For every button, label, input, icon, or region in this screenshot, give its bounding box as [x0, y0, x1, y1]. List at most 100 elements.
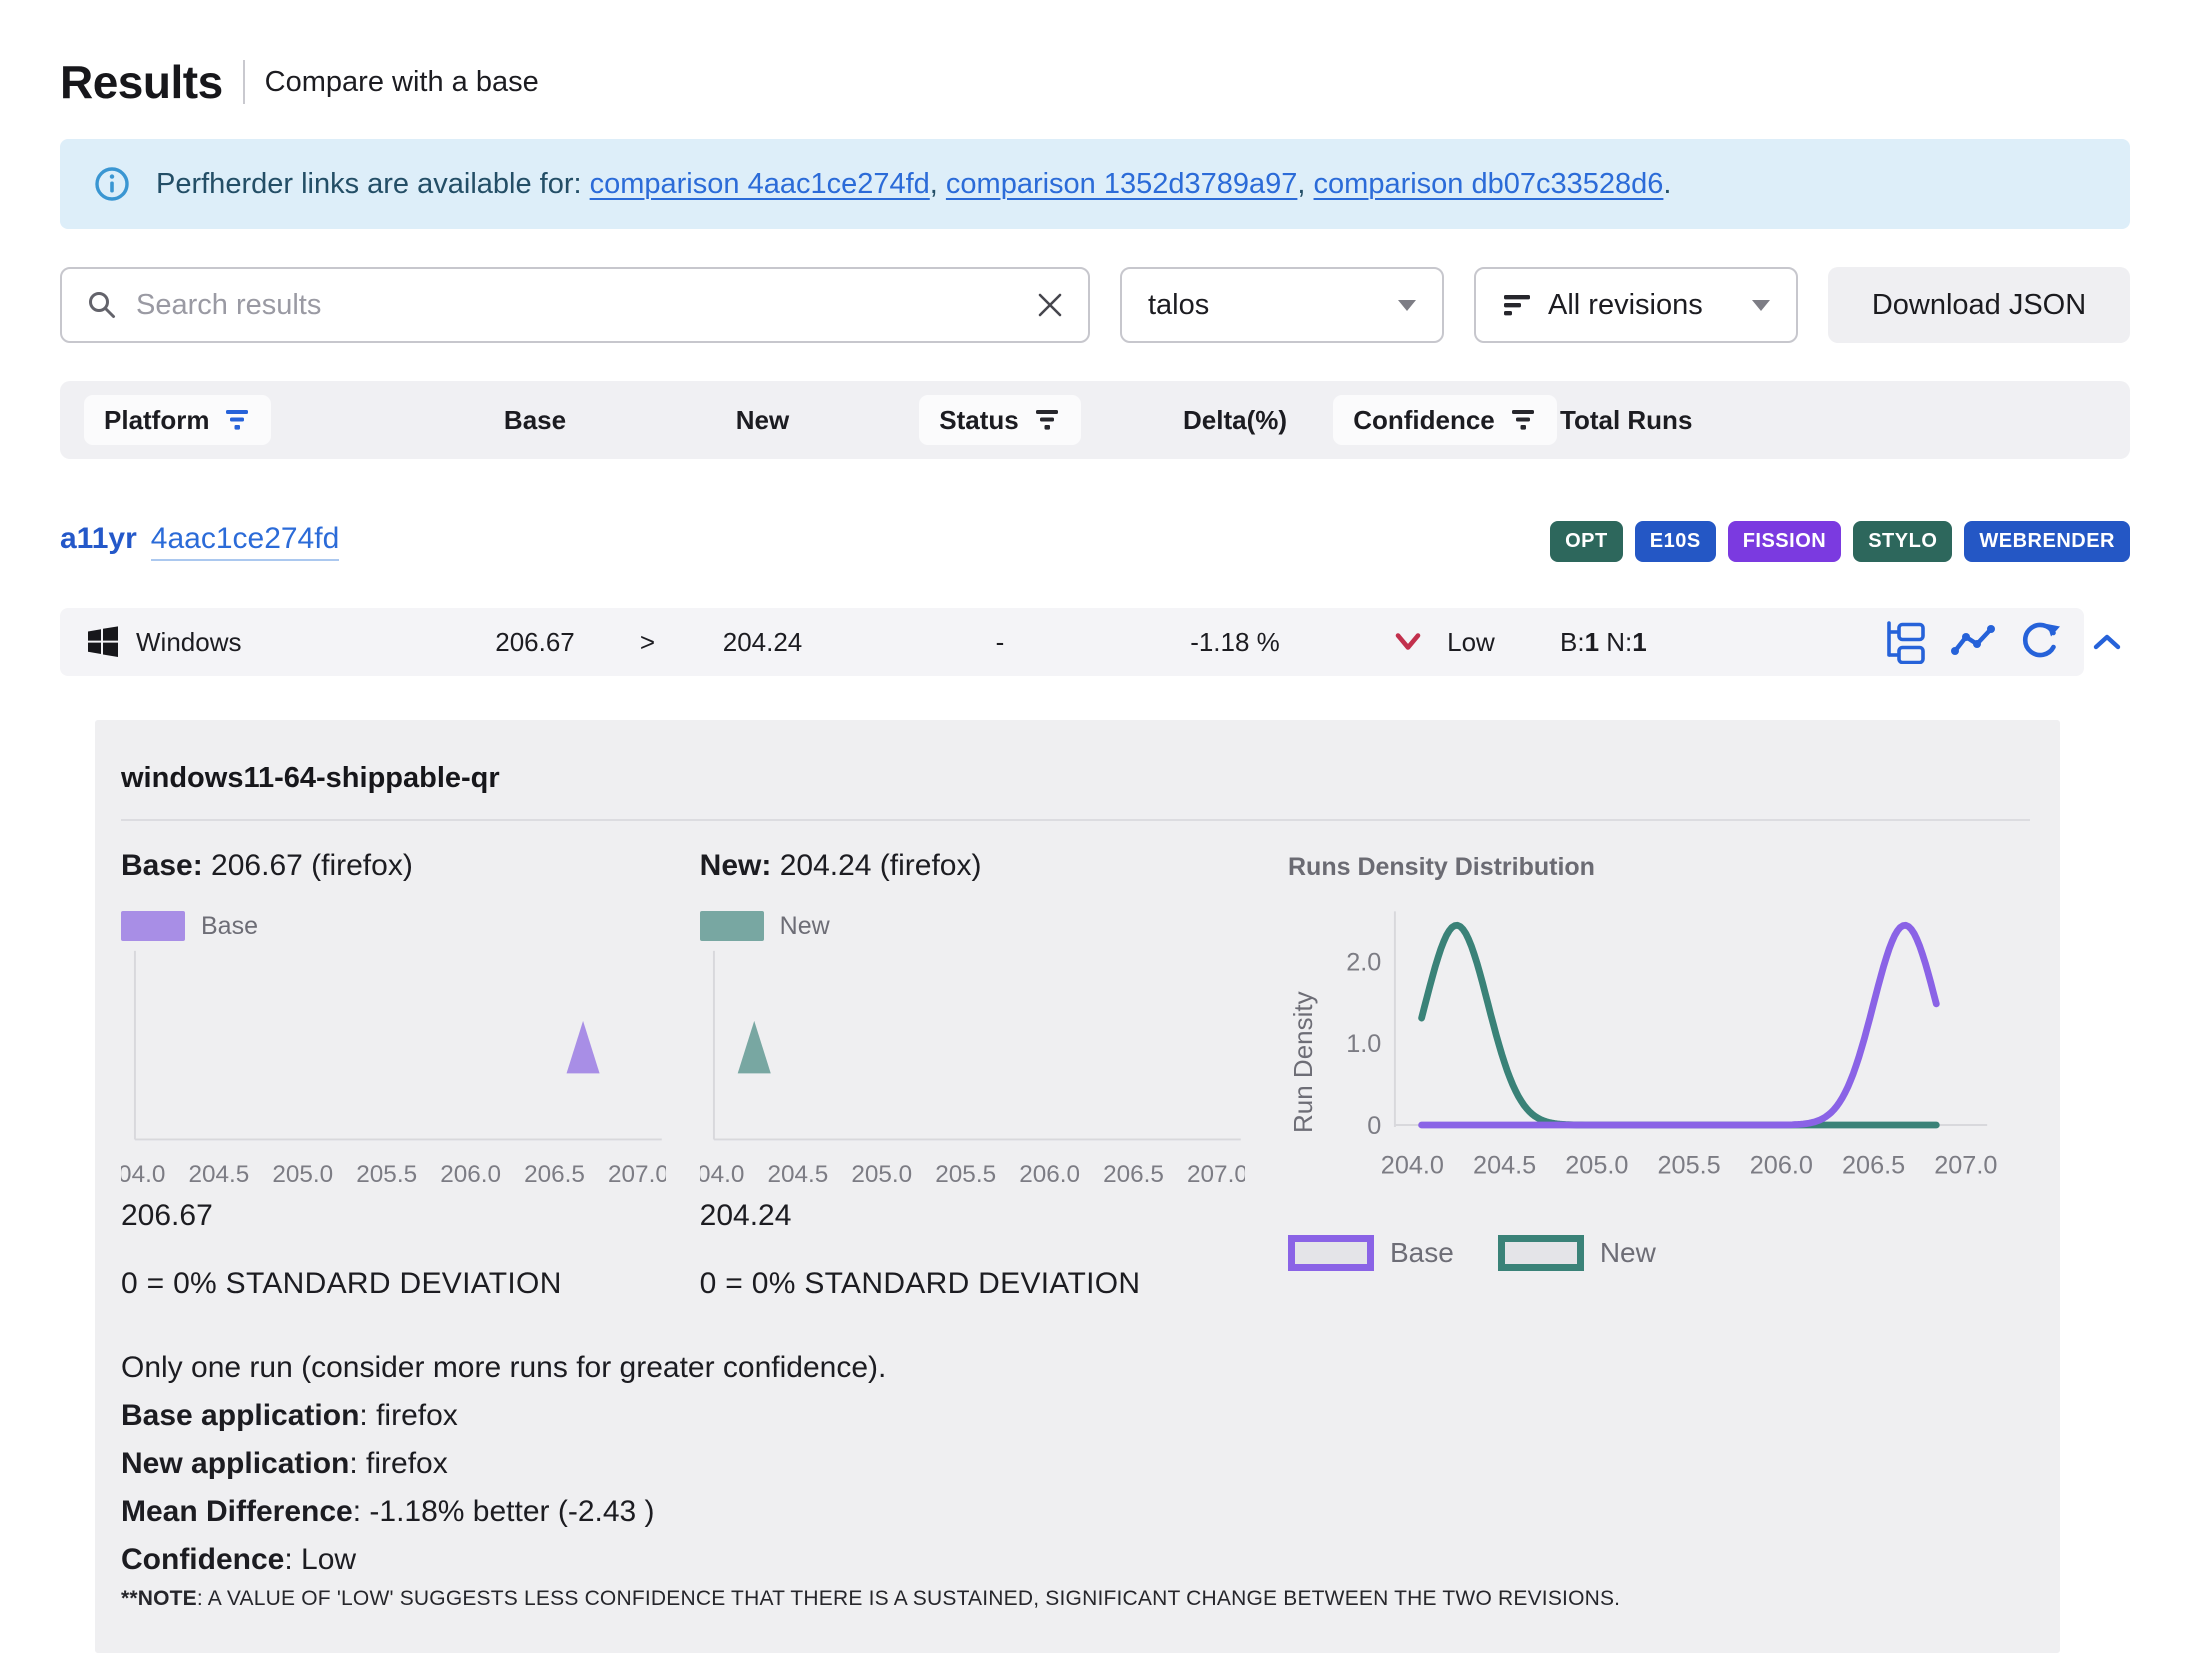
- row-status: -: [860, 627, 1140, 658]
- comparison-link[interactable]: comparison 4aac1ce274fd: [590, 168, 930, 200]
- revisions-select[interactable]: All revisions: [1474, 267, 1798, 343]
- density-legend-item: Base: [1288, 1235, 1454, 1271]
- runs-base-count: 1: [1585, 627, 1599, 657]
- comparison-link[interactable]: comparison db07c33528d6: [1314, 168, 1664, 200]
- framework-select[interactable]: talos: [1120, 267, 1444, 343]
- job-type-badge: STYLO: [1853, 521, 1952, 562]
- clear-search-icon[interactable]: [1036, 291, 1064, 319]
- new-chart-legend: New: [700, 911, 1288, 941]
- row-new-value: 204.24: [665, 627, 860, 658]
- density-chart: 01.02.0204.0204.5205.0205.5206.0206.5207…: [1319, 892, 1999, 1193]
- revisions-selected-value: All revisions: [1548, 289, 1736, 322]
- title-divider: [243, 60, 245, 104]
- banner-text: Perfherder links are available for: comp…: [156, 168, 1671, 201]
- confidence-line: Confidence: Low: [121, 1543, 2030, 1577]
- density-legend-label: Base: [1390, 1237, 1454, 1269]
- svg-text:206.5: 206.5: [1103, 1161, 1164, 1188]
- status-header-label: Status: [939, 405, 1018, 436]
- controls-bar: talos All revisions Download JSON: [60, 267, 2130, 343]
- info-icon: [94, 166, 130, 202]
- density-legend-swatch: [1288, 1235, 1374, 1271]
- framework-selected-value: talos: [1148, 289, 1382, 322]
- density-legend-swatch: [1498, 1235, 1584, 1271]
- page-head: Results Compare with a base: [60, 55, 2130, 109]
- perfherder-links-banner: Perfherder links are available for: comp…: [60, 139, 2130, 229]
- svg-text:205.0: 205.0: [1565, 1152, 1628, 1180]
- test-name: windows11-64-shippable-qr: [121, 748, 2030, 821]
- new-run-column: New: 204.24 (firefox) New 204.0 204.5 205.…: [700, 849, 1288, 1301]
- svg-text:206.0: 206.0: [1750, 1152, 1813, 1180]
- delta-header-label: Delta(%): [1140, 405, 1330, 436]
- confidence-detail-value: : Low: [284, 1543, 356, 1576]
- new-runs-chart: 204.0204.5205.0205.5206.0206.5207.0: [700, 947, 1245, 1190]
- confidence-filter-button[interactable]: Confidence: [1333, 395, 1557, 445]
- note-label: **NOTE: [121, 1587, 197, 1610]
- comparison-link[interactable]: comparison 1352d3789a97: [946, 168, 1298, 200]
- density-legend-item: New: [1498, 1235, 1656, 1271]
- suite-row: a11yr 4aac1ce274fd OPTE10SFISSIONSTYLOWE…: [60, 521, 2130, 562]
- only-one-run-note: Only one run (consider more runs for gre…: [121, 1351, 2030, 1385]
- windows-logo-icon: [86, 625, 120, 659]
- filter-icon: [1509, 407, 1537, 433]
- row-delta: -1.18 %: [1140, 627, 1330, 658]
- download-json-button[interactable]: Download JSON: [1828, 267, 2130, 343]
- charts-row: Base: 206.67 (firefox) Base 204.0204.520…: [121, 849, 2030, 1301]
- collapse-row-icon[interactable]: [2084, 633, 2130, 651]
- density-y-axis-label: Run Density: [1288, 892, 1319, 1193]
- svg-text:207.0: 207.0: [1187, 1161, 1245, 1188]
- svg-text:205.5: 205.5: [1658, 1152, 1721, 1180]
- svg-text:2.0: 2.0: [1346, 949, 1381, 977]
- comparison-links: comparison 4aac1ce274fd, comparison 1352…: [590, 168, 1672, 200]
- mean-difference-line: Mean Difference: -1.18% better (-2.43 ): [121, 1495, 2030, 1529]
- page-subtitle: Compare with a base: [265, 66, 539, 99]
- base-legend-label: Base: [201, 912, 258, 941]
- platform-filter-button[interactable]: Platform: [84, 395, 271, 445]
- base-header-label: Base: [440, 405, 630, 436]
- row-confidence: Low: [1447, 627, 1495, 658]
- total-runs-header-label: Total Runs: [1560, 405, 1790, 436]
- base-stddev: 0 = 0% STANDARD DEVIATION: [121, 1267, 700, 1301]
- svg-text:204.5: 204.5: [767, 1161, 828, 1188]
- suite-badges: OPTE10SFISSIONSTYLOWEBRENDER: [1550, 521, 2130, 562]
- svg-text:206.0: 206.0: [440, 1161, 501, 1188]
- test-details-card: windows11-64-shippable-qr Base: 206.67 (…: [95, 720, 2060, 1653]
- new-stddev: 0 = 0% STANDARD DEVIATION: [700, 1267, 1288, 1301]
- graph-icon[interactable]: [1950, 623, 1996, 661]
- job-type-badge: FISSION: [1728, 521, 1842, 562]
- chevron-down-icon: [1752, 300, 1770, 311]
- svg-text:207.0: 207.0: [1934, 1152, 1997, 1180]
- status-filter-button[interactable]: Status: [919, 395, 1080, 445]
- platform-name: Windows: [136, 627, 241, 658]
- job-type-badge: E10S: [1635, 521, 1716, 562]
- svg-text:204.0: 204.0: [700, 1161, 744, 1188]
- runs-base-label: B:: [1560, 627, 1585, 657]
- base-legend-swatch: [121, 911, 185, 941]
- suite-revision-link[interactable]: 4aac1ce274fd: [151, 522, 340, 561]
- suite-name-link[interactable]: a11yr: [60, 522, 137, 556]
- subtests-icon[interactable]: [1882, 620, 1928, 664]
- row-total-runs: B:1 N:1: [1560, 627, 1790, 658]
- platform-row-wrap: Windows 206.67 > 204.24 - -1.18 % Low B:…: [60, 608, 2130, 676]
- detail-text: Only one run (consider more runs for gre…: [121, 1351, 2030, 1611]
- results-table-header: Platform Base New Status Delta(%): [60, 381, 2130, 459]
- mean-difference-label: Mean Difference: [121, 1495, 353, 1528]
- base-label: Base:: [121, 849, 203, 882]
- platform-header-label: Platform: [104, 405, 209, 436]
- base-runs-chart: 204.0204.5205.0205.5206.0206.5207.0: [121, 947, 666, 1190]
- svg-text:1.0: 1.0: [1346, 1030, 1381, 1058]
- retrigger-icon[interactable]: [2018, 620, 2062, 664]
- search-input[interactable]: [136, 289, 1018, 322]
- svg-text:206.5: 206.5: [1842, 1152, 1905, 1180]
- base-run-value: 206.67: [121, 1199, 700, 1233]
- new-label: New:: [700, 849, 772, 882]
- new-run-value: 204.24: [700, 1199, 1288, 1233]
- base-run-column: Base: 206.67 (firefox) Base 204.0204.520…: [121, 849, 700, 1301]
- new-header-value: 204.24 (firefox): [771, 849, 981, 882]
- density-column: Runs Density Distribution Run Density 01…: [1288, 849, 2030, 1301]
- row-base-value: 206.67: [440, 627, 630, 658]
- svg-text:205.5: 205.5: [935, 1161, 996, 1188]
- revisions-filter-icon: [1502, 291, 1532, 319]
- platform-result-row[interactable]: Windows 206.67 > 204.24 - -1.18 % Low B:…: [60, 608, 2084, 676]
- base-application-value: : firefox: [359, 1399, 457, 1432]
- filter-icon: [223, 407, 251, 433]
